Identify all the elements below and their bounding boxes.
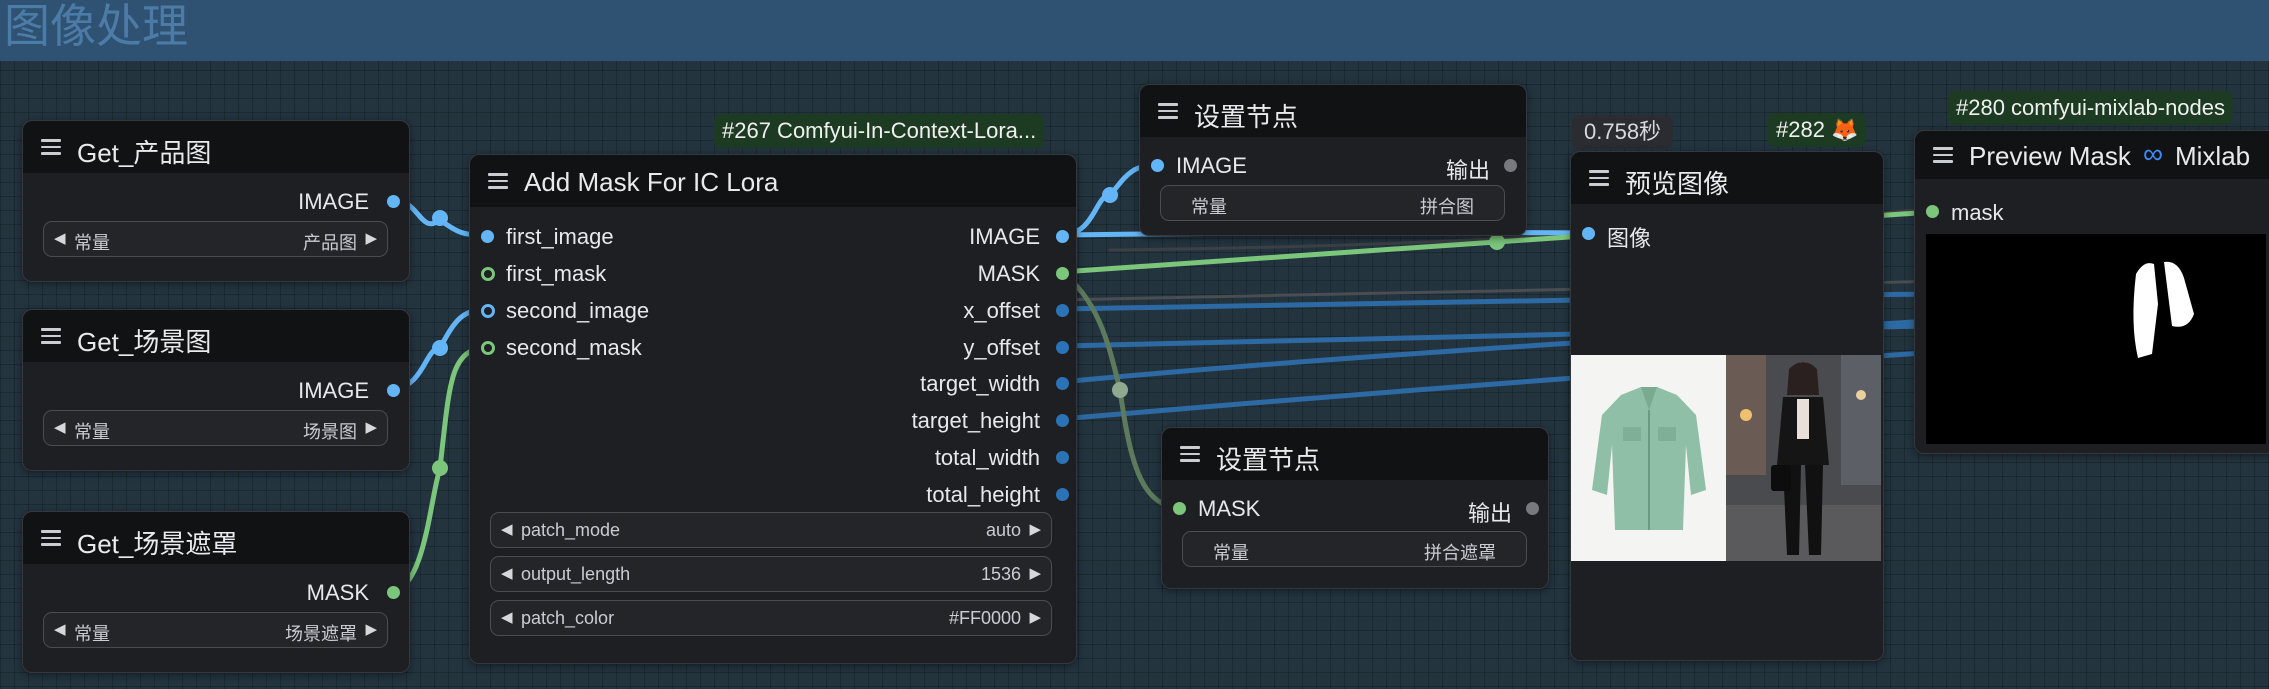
input-label: second_image <box>506 298 650 323</box>
mask-preview-image <box>1926 234 2266 444</box>
get-product-node[interactable]: Get_产品图 IMAGE ◀ 常量 产品图 ▶ <box>22 120 410 282</box>
input-port-first-mask[interactable] <box>481 267 495 281</box>
input-port[interactable] <box>1151 159 1164 172</box>
menu-icon[interactable] <box>1158 103 1178 119</box>
output-label: total_width <box>934 445 1040 470</box>
node-title: Get_产品图 <box>77 138 212 168</box>
get-scene-node[interactable]: Get_场景图 IMAGE ◀ 常量 场景图 ▶ <box>22 309 410 471</box>
node-badge: #280 comfyui-mixlab-nodes <box>1948 91 2234 125</box>
input-label: 图像 <box>1607 226 1652 251</box>
input-label: second_mask <box>506 335 642 360</box>
menu-icon[interactable] <box>1180 446 1200 462</box>
constant-widget[interactable]: 常量 拼合图 <box>1160 185 1505 221</box>
preview-image <box>1571 355 1881 561</box>
output-length-widget[interactable]: ◀ output_length 1536 ▶ <box>490 556 1052 592</box>
input-port[interactable] <box>1926 205 1939 218</box>
arrow-left-icon[interactable]: ◀ <box>501 608 513 626</box>
output-label: 输出 <box>1445 158 1490 183</box>
arrow-left-icon[interactable]: ◀ <box>501 520 513 538</box>
output-label: total_height <box>926 482 1040 507</box>
arrow-left-icon[interactable]: ◀ <box>54 418 66 436</box>
output-label: target_width <box>920 371 1040 396</box>
constant-widget[interactable]: ◀ 常量 产品图 ▶ <box>43 221 388 257</box>
input-port-first-image[interactable] <box>481 230 494 243</box>
input-label: MASK <box>1198 496 1261 521</box>
node-title: Preview Mask <box>1969 141 2131 171</box>
node-title: 设置节点 <box>1194 102 1299 132</box>
get-scene-mask-node[interactable]: Get_场景遮罩 MASK ◀ 常量 场景遮罩 ▶ <box>22 511 410 673</box>
output-label: IMAGE <box>298 378 369 403</box>
output-port-mask[interactable] <box>1056 267 1069 280</box>
menu-icon[interactable] <box>1933 147 1953 163</box>
output-port[interactable] <box>387 384 400 397</box>
output-port[interactable] <box>1526 502 1539 515</box>
output-label: MASK <box>977 261 1040 286</box>
arrow-right-icon[interactable]: ▶ <box>365 229 377 247</box>
arrow-right-icon[interactable]: ▶ <box>1029 608 1041 626</box>
output-port[interactable] <box>387 195 400 208</box>
node-title: Add Mask For IC Lora <box>524 167 779 197</box>
output-label: 输出 <box>1467 501 1512 526</box>
arrow-right-icon[interactable]: ▶ <box>1029 520 1041 538</box>
group-header[interactable]: 图像处理 <box>0 0 2269 61</box>
input-port-second-mask[interactable] <box>481 341 495 355</box>
node-badge: #267 Comfyui-In-Context-Lora... <box>714 114 1045 148</box>
brand-label: Mixlab <box>2175 141 2251 171</box>
output-port-x-offset[interactable] <box>1056 304 1069 317</box>
output-label: x_offset <box>963 298 1040 323</box>
arrow-left-icon[interactable]: ◀ <box>501 564 513 582</box>
output-port-target-width[interactable] <box>1056 377 1069 390</box>
output-port-total-height[interactable] <box>1056 488 1069 501</box>
input-label: first_mask <box>506 261 607 286</box>
group-title: 图像处理 <box>4 0 188 53</box>
menu-icon[interactable] <box>41 328 61 344</box>
menu-icon[interactable] <box>1589 170 1609 186</box>
arrow-left-icon[interactable]: ◀ <box>54 229 66 247</box>
input-label: first_image <box>506 224 614 249</box>
input-port-second-image[interactable] <box>481 304 495 318</box>
node-title: 预览图像 <box>1625 169 1730 199</box>
patch-color-widget[interactable]: ◀ patch_color #FF0000 ▶ <box>490 600 1052 636</box>
output-label: target_height <box>911 408 1040 433</box>
output-label: MASK <box>306 580 369 605</box>
node-title: Get_场景遮罩 <box>77 529 238 559</box>
set-node-image[interactable]: 设置节点 IMAGE 输出 常量 拼合图 <box>1139 84 1527 236</box>
infinity-icon: ∞ <box>2143 138 2163 169</box>
menu-icon[interactable] <box>488 173 508 189</box>
output-port-total-width[interactable] <box>1056 451 1069 464</box>
constant-widget[interactable]: ◀ 常量 场景遮罩 ▶ <box>43 612 388 648</box>
add-mask-node[interactable]: Add Mask For IC Lora first_image first_m… <box>469 154 1077 664</box>
menu-icon[interactable] <box>41 530 61 546</box>
node-title: Get_场景图 <box>77 327 212 357</box>
node-badge: #282 🦊 <box>1768 113 1867 147</box>
arrow-right-icon[interactable]: ▶ <box>1029 564 1041 582</box>
patch-mode-widget[interactable]: ◀ patch_mode auto ▶ <box>490 512 1052 548</box>
input-label: IMAGE <box>1176 153 1247 178</box>
arrow-left-icon[interactable]: ◀ <box>54 620 66 638</box>
output-port[interactable] <box>387 586 400 599</box>
output-label: y_offset <box>963 335 1040 360</box>
input-port[interactable] <box>1173 502 1186 515</box>
output-port-image[interactable] <box>1056 230 1069 243</box>
execution-time-badge: 0.758秒 <box>1572 115 1674 149</box>
output-label: IMAGE <box>969 224 1040 249</box>
arrow-right-icon[interactable]: ▶ <box>365 620 377 638</box>
output-port[interactable] <box>1504 159 1517 172</box>
set-node-mask[interactable]: 设置节点 MASK 输出 常量 拼合遮罩 <box>1161 427 1549 589</box>
output-label: IMAGE <box>298 189 369 214</box>
output-port-target-height[interactable] <box>1056 414 1069 427</box>
menu-icon[interactable] <box>41 139 61 155</box>
node-title: 设置节点 <box>1216 445 1321 475</box>
constant-widget[interactable]: ◀ 常量 场景图 ▶ <box>43 410 388 446</box>
preview-mask-node[interactable]: Preview Mask ∞ Mixlab mask <box>1914 130 2269 454</box>
preview-image-node[interactable]: 预览图像 图像 <box>1570 151 1884 661</box>
input-label: mask <box>1951 200 2004 225</box>
constant-widget[interactable]: 常量 拼合遮罩 <box>1182 531 1527 567</box>
input-port[interactable] <box>1582 227 1595 240</box>
arrow-right-icon[interactable]: ▶ <box>365 418 377 436</box>
output-port-y-offset[interactable] <box>1056 341 1069 354</box>
